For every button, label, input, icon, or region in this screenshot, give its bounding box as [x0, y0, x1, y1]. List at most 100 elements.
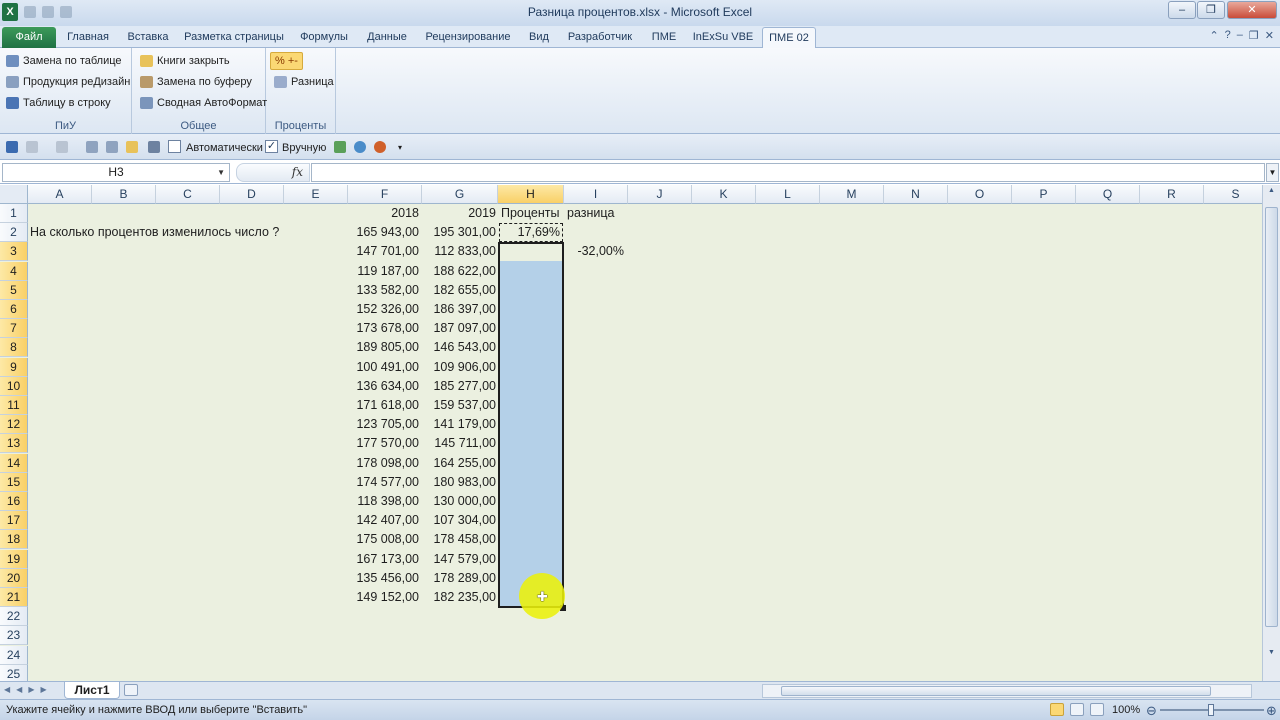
manual-checkbox[interactable]: ✓ [265, 140, 278, 153]
cell-g17[interactable]: 107 304,00 [422, 511, 496, 530]
pin-icon[interactable] [106, 141, 118, 153]
doc-icon[interactable] [86, 141, 98, 153]
formula-input[interactable] [311, 163, 1265, 182]
cell-h2[interactable]: 17,69% [498, 223, 560, 242]
insert-sheet-icon[interactable] [124, 684, 138, 696]
column-header-b[interactable]: B [92, 185, 156, 204]
cell-f20[interactable]: 135 456,00 [348, 569, 419, 588]
cell-g13[interactable]: 145 711,00 [422, 434, 496, 453]
horizontal-scroll-thumb[interactable] [781, 686, 1211, 696]
row-header-14[interactable]: 14 [0, 453, 28, 473]
replace-by-table-button[interactable]: Замена по таблице [6, 52, 122, 70]
cell-g15[interactable]: 180 983,00 [422, 473, 496, 492]
column-header-n[interactable]: N [884, 185, 948, 204]
row-header-5[interactable]: 5 [0, 280, 28, 300]
cell-g8[interactable]: 146 543,00 [422, 338, 496, 357]
worksheet-grid[interactable]: ABCDEFGHIJKLMNOPQRS 1 2 3 4 5 6 7 8 9 10 11 12 13 14 1… [0, 185, 1262, 681]
zoom-out-icon[interactable]: ⊖ [1146, 703, 1157, 719]
help-icon[interactable]: ? [1225, 29, 1231, 42]
open-icon[interactable] [126, 141, 138, 153]
row-header-4[interactable]: 4 [0, 261, 28, 281]
cell-g18[interactable]: 178 458,00 [422, 530, 496, 549]
select-all-corner[interactable] [0, 185, 28, 204]
cell-f2[interactable]: 165 943,00 [348, 223, 419, 242]
name-box-dropdown-icon[interactable]: ▼ [217, 164, 225, 181]
cell-g16[interactable]: 130 000,00 [422, 492, 496, 511]
row-header-17[interactable]: 17 [0, 511, 28, 531]
cell-g9[interactable]: 109 906,00 [422, 358, 496, 377]
row-header-16[interactable]: 16 [0, 492, 28, 511]
pivot-autoformat-button[interactable]: Сводная АвтоФормат [140, 94, 267, 112]
cell-f6[interactable]: 152 326,00 [348, 300, 419, 319]
row-header-19[interactable]: 19 [0, 549, 28, 569]
row-header-10[interactable]: 10 [0, 376, 28, 396]
row-header-20[interactable]: 20 [0, 568, 28, 588]
row-header-25[interactable]: 25 [0, 664, 28, 681]
scroll-up-icon[interactable]: ▲ [1265, 187, 1278, 199]
replace-by-buffer-button[interactable]: Замена по буферу [140, 73, 252, 91]
save-icon[interactable] [6, 141, 18, 153]
row-header-3[interactable]: 3 [0, 242, 28, 262]
column-header-i[interactable]: I [564, 185, 628, 204]
row-header-6[interactable]: 6 [0, 300, 28, 319]
browser-icon[interactable] [374, 141, 386, 153]
cell-g14[interactable]: 164 255,00 [422, 454, 496, 473]
cell-f12[interactable]: 123 705,00 [348, 415, 419, 434]
undo-icon[interactable] [26, 141, 38, 153]
tab-view[interactable]: Вид [522, 27, 556, 48]
doc-close-icon[interactable]: ✕ [1265, 29, 1274, 42]
restore-button[interactable]: ❐ [1197, 1, 1225, 19]
tab-pme-02[interactable]: ПМЕ 02 [762, 27, 816, 48]
row-header-11[interactable]: 11 [0, 396, 28, 415]
cell-h1[interactable]: Проценты [501, 204, 571, 223]
close-books-button[interactable]: Книги закрыть [140, 52, 230, 70]
cell-g21[interactable]: 182 235,00 [422, 588, 496, 607]
doc-restore-icon[interactable]: ❐ [1249, 29, 1259, 42]
tab-page-layout[interactable]: Разметка страницы [180, 27, 288, 48]
cell-g11[interactable]: 159 537,00 [422, 396, 496, 415]
horizontal-scrollbar[interactable] [762, 684, 1252, 698]
column-header-e[interactable]: E [284, 185, 348, 204]
column-header-q[interactable]: Q [1076, 185, 1140, 204]
doc-minimize-icon[interactable]: – [1237, 29, 1243, 42]
row-header-12[interactable]: 12 [0, 415, 28, 435]
row-header-7[interactable]: 7 [0, 319, 28, 339]
sheet-tab-list1[interactable]: Лист1 [64, 682, 120, 699]
cell-f8[interactable]: 189 805,00 [348, 338, 419, 357]
row-header-13[interactable]: 13 [0, 434, 28, 454]
column-header-g[interactable]: G [422, 185, 498, 204]
refresh-icon[interactable] [354, 141, 366, 153]
column-header-o[interactable]: O [948, 185, 1012, 204]
cell-f13[interactable]: 177 570,00 [348, 434, 419, 453]
tab-file[interactable]: Файл [2, 27, 56, 48]
cell-f9[interactable]: 100 491,00 [348, 358, 419, 377]
cell-g7[interactable]: 187 097,00 [422, 319, 496, 338]
cell-g5[interactable]: 182 655,00 [422, 281, 496, 300]
next-sheet-icon[interactable]: ▶ [28, 685, 34, 694]
column-header-a[interactable]: A [28, 185, 92, 204]
column-header-r[interactable]: R [1140, 185, 1204, 204]
last-sheet-icon[interactable]: ▶ [40, 685, 46, 694]
cell-f17[interactable]: 142 407,00 [348, 511, 419, 530]
cell-g20[interactable]: 178 289,00 [422, 569, 496, 588]
row-header-23[interactable]: 23 [0, 626, 28, 646]
row-header-15[interactable]: 15 [0, 472, 28, 492]
zoom-level[interactable]: 100% [1112, 704, 1140, 716]
scroll-down-icon[interactable]: ▼ [1265, 649, 1278, 661]
vertical-scroll-thumb[interactable] [1265, 207, 1278, 627]
zoom-in-icon[interactable]: ⊕ [1266, 703, 1277, 719]
tab-formulas[interactable]: Формулы [294, 27, 354, 48]
tab-insert[interactable]: Вставка [122, 27, 174, 48]
row-header-21[interactable]: 21 [0, 588, 28, 607]
column-header-s[interactable]: S [1204, 185, 1262, 204]
cell-i1[interactable]: разница [567, 204, 631, 223]
cell-g10[interactable]: 185 277,00 [422, 377, 496, 396]
prev-sheet-icon[interactable]: ◀ [16, 685, 22, 694]
cell-g2[interactable]: 195 301,00 [422, 223, 496, 242]
row-header-9[interactable]: 9 [0, 357, 28, 377]
page-layout-view-button[interactable] [1070, 703, 1084, 716]
row-header-8[interactable]: 8 [0, 338, 28, 358]
tab-home[interactable]: Главная [60, 27, 116, 48]
cell-g4[interactable]: 188 622,00 [422, 262, 496, 281]
row-header-2[interactable]: 2 [0, 223, 28, 243]
